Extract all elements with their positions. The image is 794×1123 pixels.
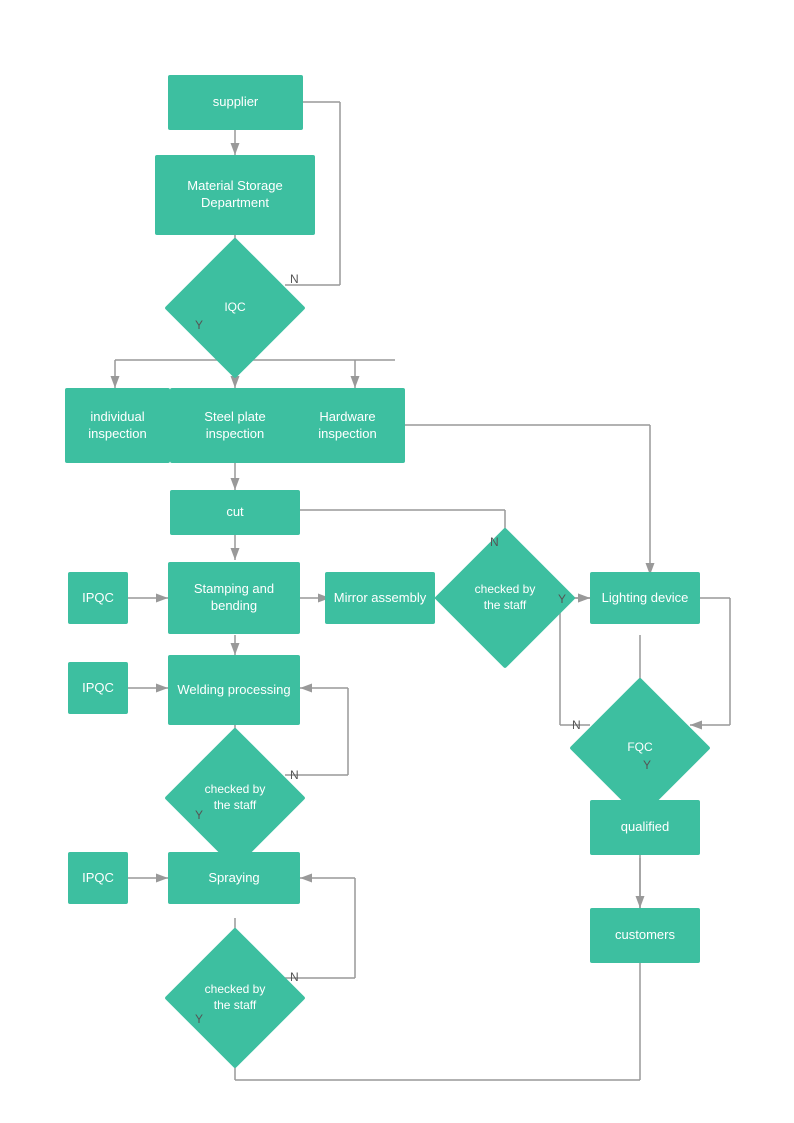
checked3-n-label: N: [290, 970, 299, 984]
cut-node: cut: [170, 490, 300, 535]
stamping-node: Stamping and bending: [168, 562, 300, 634]
checked1-n-label: N: [290, 768, 299, 782]
welding-node: Welding processing: [168, 655, 300, 725]
ipqc2-node: IPQC: [68, 662, 128, 714]
supplier-node: supplier: [168, 75, 303, 130]
checked2-y-label: Y: [558, 592, 566, 606]
steel-plate-node: Steel plate inspection: [170, 388, 300, 463]
checked3-diamond: checked by the staff: [185, 948, 285, 1048]
ipqc1-node: IPQC: [68, 572, 128, 624]
fqc-n-label: N: [572, 718, 581, 732]
lighting-node: Lighting device: [590, 572, 700, 624]
iqc-diamond: IQC: [185, 258, 285, 358]
spraying-node: Spraying: [168, 852, 300, 904]
material-storage-node: Material Storage Department: [155, 155, 315, 235]
qualified-node: qualified: [590, 800, 700, 855]
checked1-diamond: checked by the staff: [185, 748, 285, 848]
individual-inspection-node: individual inspection: [65, 388, 170, 463]
customers-node: customers: [590, 908, 700, 963]
hardware-inspection-node: Hardware inspection: [290, 388, 405, 463]
iqc-n-label: N: [290, 272, 299, 286]
flowchart: supplier Material Storage Department IQC…: [0, 0, 794, 1123]
checked2-n-label: N: [490, 535, 499, 549]
checked2-diamond: checked by the staff: [455, 548, 555, 648]
mirror-assembly-node: Mirror assembly: [325, 572, 435, 624]
fqc-diamond: FQC: [590, 698, 690, 798]
ipqc3-node: IPQC: [68, 852, 128, 904]
